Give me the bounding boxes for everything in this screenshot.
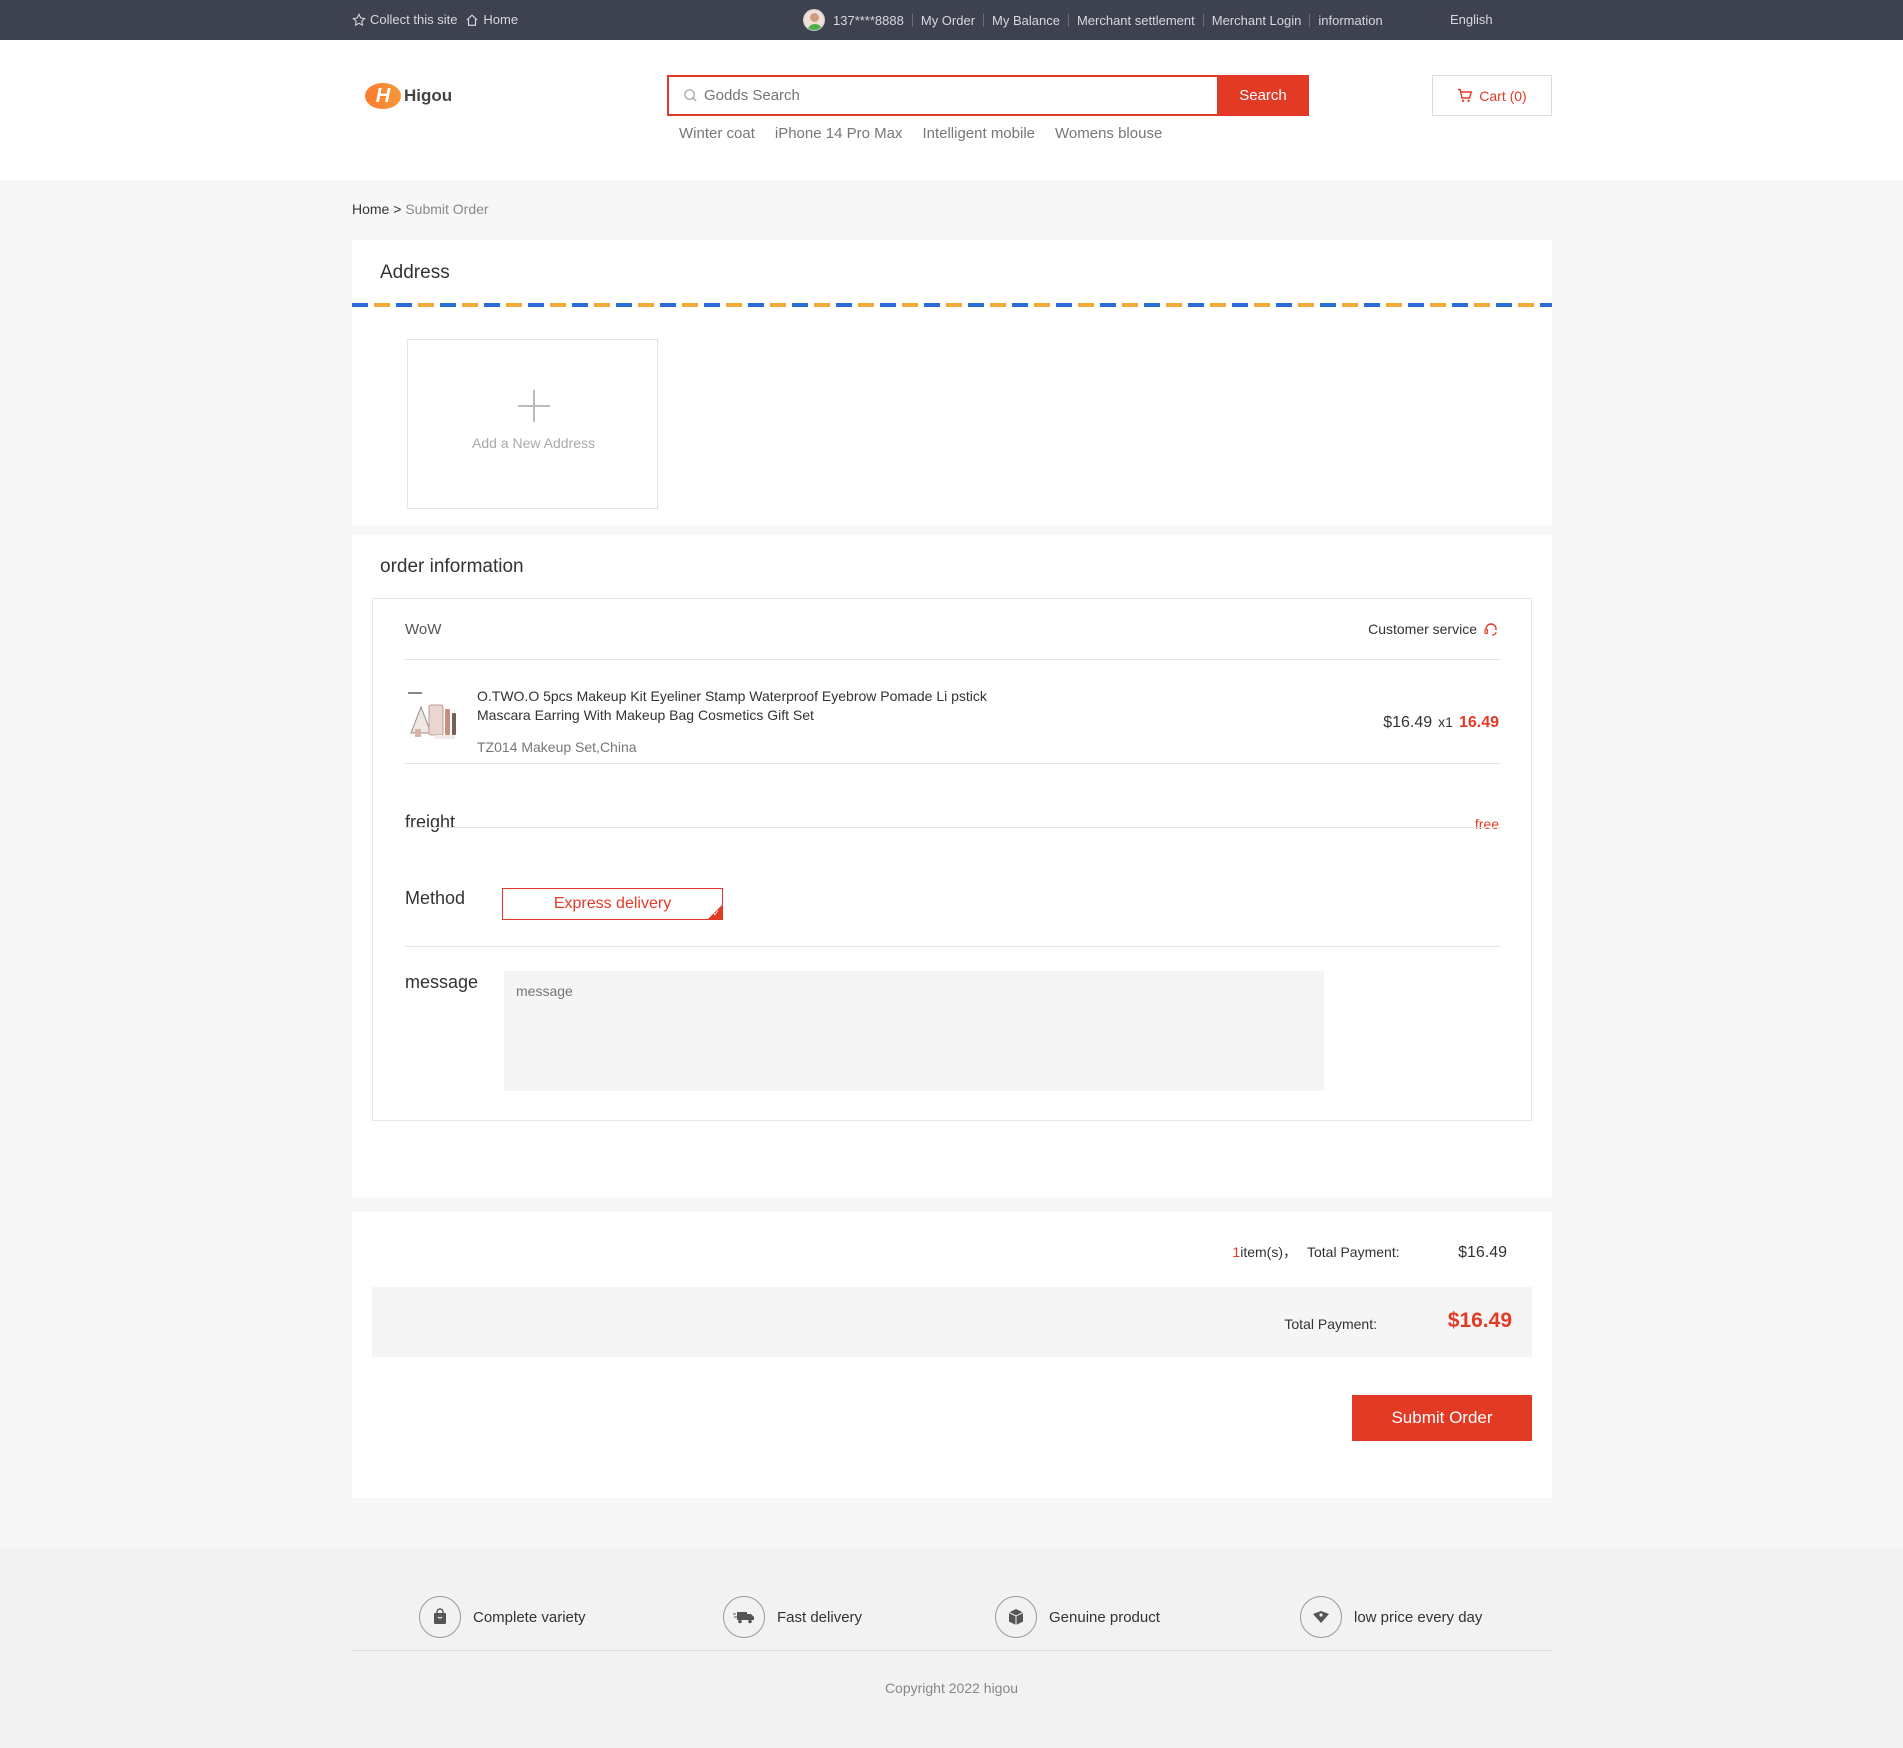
delivery-method-option[interactable]: Express delivery ✓ [502,888,723,920]
customer-service-link[interactable]: Customer service [1368,621,1499,637]
top-bar: Collect this site Home 137****8888 My Or… [0,0,1903,40]
summary-panel: 1 item(s)， Total Payment: $16.49 Total P… [352,1212,1552,1498]
grand-total-label: Total Payment: [1284,1316,1377,1332]
delivery-method-label: Express delivery [553,895,672,912]
collect-site-link[interactable]: Collect this site [370,12,457,27]
customer-service-label: Customer service [1368,621,1477,637]
feature-genuine-product: Genuine product [995,1596,1160,1638]
copyright: Copyright 2022 higou [884,1680,1019,1696]
divider [405,946,1501,947]
feature-low-price: low price every day [1300,1596,1482,1638]
divider [405,659,1501,660]
divider [1309,13,1311,27]
order-box: WoW Customer service O.TWO.O 5pcs Makeup… [372,598,1532,1121]
items-summary: 1 item(s)， Total Payment: $16.49 [1232,1242,1507,1262]
search-icon [684,89,697,102]
avatar[interactable] [803,9,825,31]
divider [911,13,913,27]
merchant-settlement-link[interactable]: Merchant settlement [1077,13,1195,28]
freight-value: free [1474,816,1499,832]
product-unit-price: $16.49 [1383,714,1433,731]
product-price-row: $16.49 x1 16.49 [1383,714,1499,732]
top-bar-left: Collect this site Home [352,12,518,27]
search-input[interactable] [704,87,1204,104]
feature-label: Genuine product [1049,1608,1160,1626]
add-address-card[interactable]: Add a New Address [407,339,658,509]
message-input[interactable] [504,971,1324,1091]
grand-total-bar: Total Payment: $16.49 [372,1287,1532,1357]
hot-keywords: Winter coat iPhone 14 Pro Max Intelligen… [679,125,1162,142]
breadcrumb-separator: > [389,201,406,217]
logo[interactable]: H Higou [365,83,452,109]
breadcrumb-current: Submit Order [405,201,489,217]
star-icon [352,12,366,26]
items-text: item(s)， [1240,1244,1297,1260]
home-link[interactable]: Home [483,12,518,27]
bag-icon [419,1596,461,1638]
product-quantity: x1 [1438,714,1453,730]
cart-label: Cart (0) [1479,87,1527,104]
grand-total-value: $16.49 [1447,1309,1512,1332]
freight-label: freight [405,812,456,832]
product-image[interactable] [405,689,461,745]
search-box [667,75,1218,116]
check-icon: ✓ [712,908,720,918]
product-spec: TZ014 Makeup Set,China [477,739,637,755]
divider [1067,13,1069,27]
merchant-login-link[interactable]: Merchant Login [1212,13,1302,28]
hot-keyword[interactable]: iPhone 14 Pro Max [775,125,903,142]
footer-divider [352,1650,1552,1651]
breadcrumb-home[interactable]: Home [352,201,389,217]
shop-name[interactable]: WoW [405,621,441,638]
hot-keyword[interactable]: Womens blouse [1055,125,1162,142]
total-payment-value: $16.49 [1458,1244,1507,1261]
order-title: order information [380,556,524,577]
add-address-label: Add a New Address [472,435,595,451]
my-balance-link[interactable]: My Balance [992,13,1060,28]
hot-keyword[interactable]: Intelligent mobile [922,125,1035,142]
method-label: Method [405,888,466,908]
product-subtotal: 16.49 [1458,714,1499,731]
language-selector[interactable]: English [1450,12,1493,27]
cart-icon [1458,88,1473,102]
logo-mark: H [365,83,401,109]
divider [405,827,1501,828]
my-order-link[interactable]: My Order [921,13,975,28]
site-header: H Higou Search Winter coat iPhone 14 Pro… [0,40,1903,180]
logo-text: Higou [404,86,453,105]
product-name[interactable]: O.TWO.O 5pcs Makeup Kit Eyeliner Stamp W… [477,687,987,725]
item-count: 1 [1232,1244,1241,1260]
address-stripe [352,303,1552,307]
address-title: Address [380,262,450,283]
plus-icon [518,390,550,422]
address-panel: Address Add a New Address [352,240,1552,525]
total-payment-label: Total Payment: [1307,1244,1400,1260]
price-tag-icon [1300,1596,1342,1638]
divider [983,13,985,27]
feature-label: low price every day [1354,1608,1483,1626]
divider [405,763,1501,764]
truck-icon [723,1596,765,1638]
top-bar-user-nav: 137****8888 My Order My Balance Merchant… [803,9,1383,31]
cart-button[interactable]: Cart (0) [1432,75,1552,116]
product-thumbnail [405,689,461,745]
feature-label: Fast delivery [777,1608,863,1626]
breadcrumb: Home > Submit Order [352,201,489,217]
home-icon [466,13,479,26]
order-panel: order information WoW Customer service O… [352,535,1552,1197]
box-icon [995,1596,1037,1638]
submit-order-button[interactable]: Submit Order [1352,1395,1532,1441]
divider [1202,13,1204,27]
site-footer: Complete variety Fast delivery Genuine p… [0,1548,1903,1748]
search-button[interactable]: Search [1217,75,1309,116]
information-link[interactable]: information [1318,13,1382,28]
hot-keyword[interactable]: Winter coat [679,125,755,142]
feature-fast-delivery: Fast delivery [723,1596,862,1638]
feature-label: Complete variety [473,1608,586,1626]
feature-complete-variety: Complete variety [419,1596,586,1638]
headset-icon [1484,623,1497,636]
user-account[interactable]: 137****8888 [833,13,904,28]
message-label: message [405,972,479,992]
